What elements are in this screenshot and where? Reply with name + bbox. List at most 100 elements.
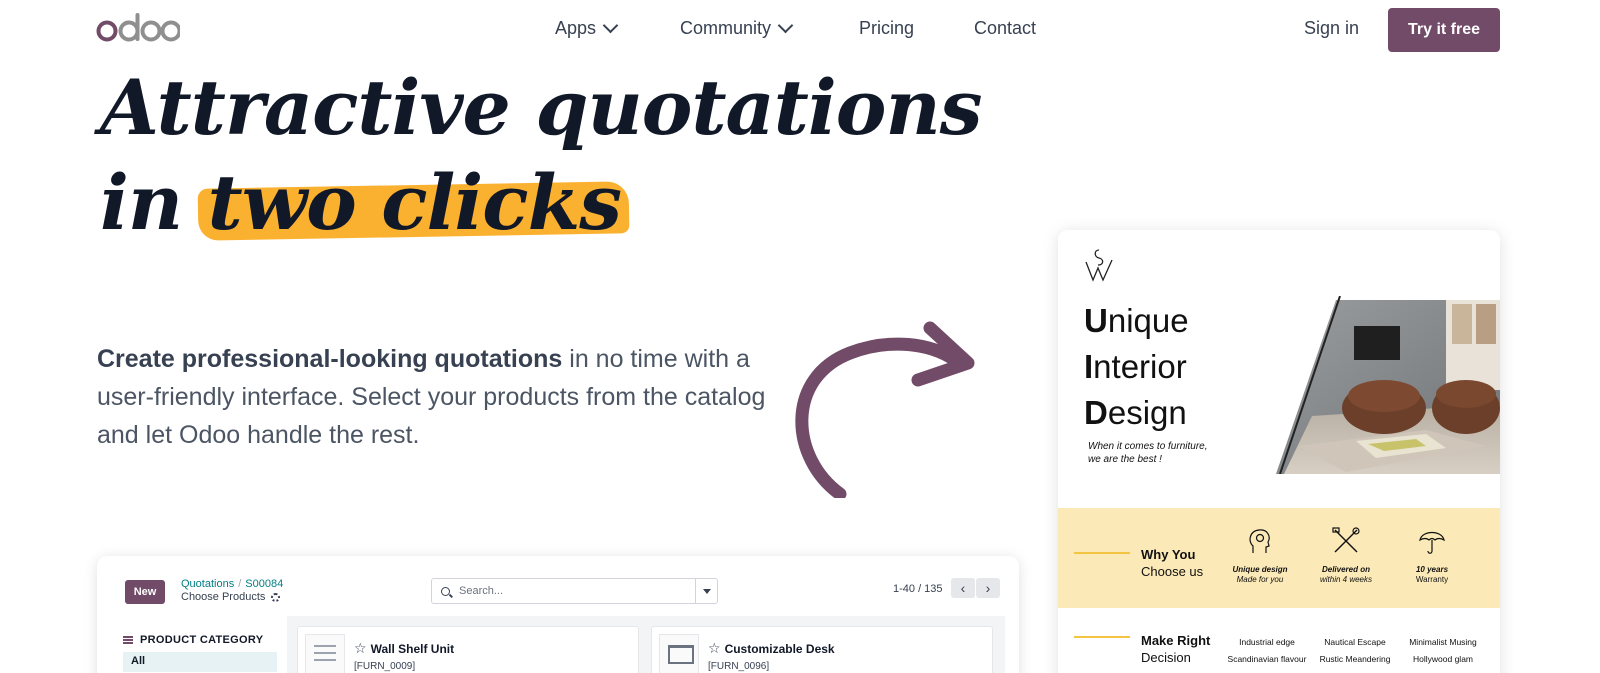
decision-line1: Make Right <box>1141 633 1211 648</box>
decision-line2: Decision <box>1141 650 1191 665</box>
brochure-tagline: When it comes to furniture, we are the b… <box>1088 440 1208 466</box>
style-column: Nautical Escape Rustic Meandering <box>1310 634 1400 668</box>
breadcrumb: Quotations / S00084 <box>181 578 283 590</box>
umbrella-icon <box>1419 531 1445 554</box>
search-bar[interactable]: Search... <box>431 578 718 604</box>
tagline-line1: When it comes to furniture, <box>1088 441 1208 452</box>
product-reference: [FURN_0009] <box>354 661 416 672</box>
accent-line <box>1074 552 1130 554</box>
nav-contact[interactable]: Contact <box>974 18 1036 39</box>
breadcrumb-quotations[interactable]: Quotations <box>181 578 234 590</box>
try-it-free-button[interactable]: Try it free <box>1388 8 1500 52</box>
style-item: Nautical Escape <box>1324 637 1386 647</box>
chevron-down-icon <box>777 17 794 34</box>
mockup-body: PRODUCT CATEGORY All ☆ Wall Shelf Unit [… <box>111 616 1005 673</box>
pager-value[interactable]: 1-40 / 135 <box>893 583 943 595</box>
category-panel: PRODUCT CATEGORY All <box>111 616 287 673</box>
product-card[interactable]: ☆ Customizable Desk [FURN_0096] <box>651 626 993 673</box>
quotation-brochure-preview: SW Unique Interior Design When it comes … <box>1058 230 1500 673</box>
quotation-app-screenshot: New Quotations / S00084 Choose Products Se… <box>97 556 1019 673</box>
hero-description-bold: Create professional-looking quotations <box>97 345 563 373</box>
feature-title: 10 years <box>1415 565 1449 574</box>
page-subtitle-text: Choose Products <box>181 591 266 603</box>
gear-icon[interactable] <box>271 592 281 602</box>
heading-rest: nterior <box>1093 348 1187 385</box>
list-icon <box>123 636 133 644</box>
hero-title-line1: Attractive quotations <box>100 63 982 152</box>
sign-in-link[interactable]: Sign in <box>1304 18 1359 39</box>
top-navigation: odoo Apps Community Pricing Contact Sign… <box>0 0 1600 58</box>
category-title-text: PRODUCT CATEGORY <box>140 634 264 646</box>
heading-cap: U <box>1084 302 1108 339</box>
style-column: Industrial edge Scandinavian flavour <box>1222 634 1312 668</box>
mockup-control-panel: New Quotations / S00084 Choose Products Se… <box>111 556 1005 614</box>
feature-title: Unique design <box>1232 565 1288 574</box>
nav-community[interactable]: Community <box>680 17 794 39</box>
feature-subtitle: Warranty <box>1415 575 1449 584</box>
head-gear-icon <box>1249 529 1270 553</box>
feature-subtitle: Made for you <box>1236 575 1284 584</box>
style-column: Minimalist Musing Hollywood glam <box>1398 634 1488 668</box>
interior-photo <box>1276 296 1500 474</box>
monogram-logo <box>1085 249 1113 282</box>
pager-previous-button[interactable]: ‹ <box>951 578 975 598</box>
star-icon[interactable]: ☆ <box>354 640 367 657</box>
nav-pricing-label: Pricing <box>859 18 915 38</box>
page-subtitle: Choose Products <box>181 591 281 603</box>
nav-apps[interactable]: Apps <box>555 17 619 39</box>
search-dropdown-toggle[interactable] <box>695 579 717 603</box>
heading-cap: D <box>1084 394 1108 431</box>
why-choose-us-band: Why You Choose us Unique design Made for… <box>1058 508 1500 608</box>
hero-highlight: two clicks <box>197 155 630 250</box>
star-icon[interactable]: ☆ <box>708 640 721 657</box>
style-item: Industrial edge <box>1239 637 1295 647</box>
heading-line: Design <box>1084 390 1189 436</box>
search-input[interactable]: Search... <box>459 585 695 597</box>
tools-icon <box>1332 527 1360 553</box>
why-choose-us: Why You Choose us <box>1141 546 1203 580</box>
heading-cap: I <box>1084 348 1094 385</box>
heading-rest: nique <box>1107 302 1189 339</box>
breadcrumb-separator: / <box>238 578 242 590</box>
nav-apps-label: Apps <box>555 18 597 38</box>
category-item-all[interactable]: All <box>123 652 277 672</box>
tagline-line2: we are the best ! <box>1088 454 1162 465</box>
hero-title-prefix: in <box>100 158 208 247</box>
odoo-logo[interactable]: odoo <box>96 13 180 43</box>
feature-subtitle: within 4 weeks <box>1319 575 1373 584</box>
brochure-heading: Unique Interior Design <box>1084 298 1189 436</box>
hero-title: Attractive quotations in two clicks <box>100 60 982 250</box>
category-panel-title: PRODUCT CATEGORY <box>123 634 263 646</box>
style-item: Rustic Meandering <box>1319 654 1391 664</box>
breadcrumb-record[interactable]: S00084 <box>245 578 283 590</box>
nav-community-label: Community <box>680 18 772 38</box>
style-item: Hollywood glam <box>1413 654 1473 664</box>
feature-delivery: Delivered on within 4 weeks <box>1310 526 1382 585</box>
nav-pricing[interactable]: Pricing <box>859 18 914 39</box>
product-name: ☆ Customizable Desk <box>708 640 835 657</box>
product-image <box>659 634 699 673</box>
odoo-logo-mark <box>96 13 180 42</box>
product-name: ☆ Wall Shelf Unit <box>354 640 454 657</box>
product-name-text: Customizable Desk <box>724 641 835 656</box>
product-card[interactable]: ☆ Wall Shelf Unit [FURN_0009] <box>297 626 639 673</box>
make-right-decision: Make Right Decision <box>1141 632 1210 666</box>
make-right-decision-section: Make Right Decision Industrial edge Scan… <box>1058 622 1500 673</box>
new-button[interactable]: New <box>125 580 165 604</box>
brochure-monogram: SW <box>1084 248 1114 287</box>
feature-title: Delivered on <box>1321 565 1370 574</box>
style-item: Minimalist Musing <box>1409 637 1477 647</box>
search-icon <box>441 586 450 596</box>
why-line2: Choose us <box>1141 564 1204 579</box>
hero-description: Create professional-looking quotations i… <box>97 340 797 454</box>
feature-warranty: 10 years Warranty <box>1396 526 1468 585</box>
heading-line: Unique <box>1084 298 1189 344</box>
nav-contact-label: Contact <box>974 18 1037 38</box>
heading-line: Interior <box>1084 344 1189 390</box>
accent-line <box>1074 636 1130 638</box>
curved-arrow-icon <box>795 321 975 498</box>
hero-highlight-text: two clicks <box>207 158 622 247</box>
pager-next-button[interactable]: › <box>976 578 1000 598</box>
feature-unique-design: Unique design Made for you <box>1224 526 1296 585</box>
hero-title-line2: in two clicks <box>100 155 982 250</box>
